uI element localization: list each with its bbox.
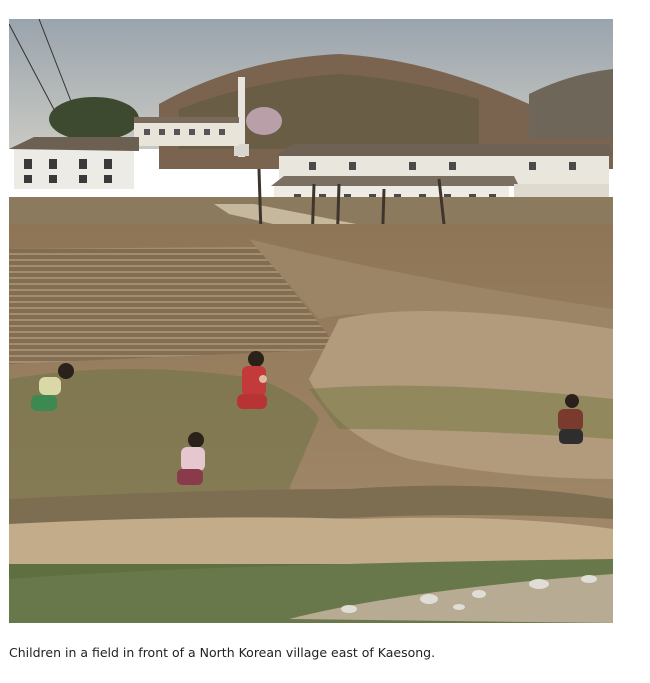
photo-caption: Children in a field in front of a North … bbox=[9, 645, 436, 660]
photo bbox=[9, 19, 613, 623]
photo-scene bbox=[9, 19, 613, 623]
trees bbox=[49, 97, 139, 141]
blossom-tree bbox=[246, 107, 282, 135]
